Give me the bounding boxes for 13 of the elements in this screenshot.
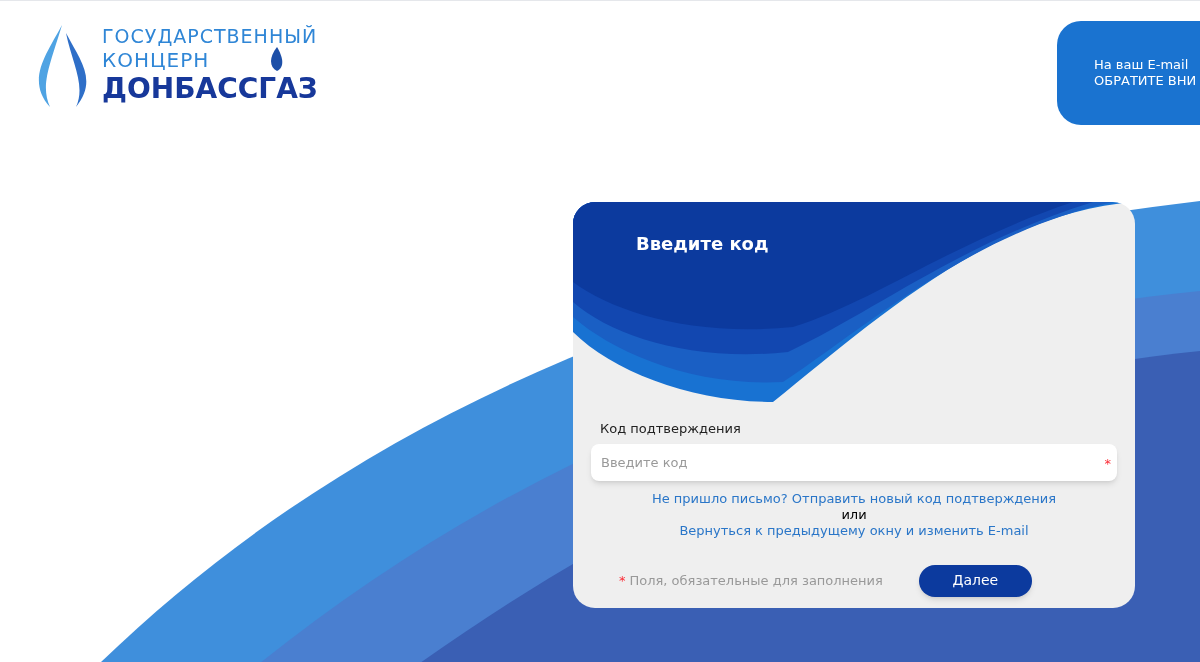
notification-text: На ваш E-mail ОБРАТИТЕ ВНИ bbox=[1094, 57, 1198, 89]
required-mark: * bbox=[619, 571, 626, 590]
logo-text: КОНЦЕРН bbox=[102, 49, 210, 71]
next-button[interactable]: Далее bbox=[918, 564, 1032, 597]
back-link[interactable]: Вернуться к предыдущему окну и изменить E-mail bbox=[679, 522, 1029, 539]
field-label: Код подтверждения bbox=[600, 420, 742, 438]
required-note: Поля, обязательные для заполнения bbox=[629, 571, 883, 590]
form-title: Введите код bbox=[636, 232, 770, 256]
resend-link[interactable]: Не пришло письмо? Отправить новый код подтверждения bbox=[651, 490, 1057, 507]
logo-text: ДОНБАССГАЗ bbox=[102, 71, 318, 107]
logo-text: ГОСУДАРСТВЕННЫЙ bbox=[102, 25, 318, 47]
required-mark: * bbox=[1104, 454, 1111, 473]
separator-text: или bbox=[841, 506, 867, 523]
